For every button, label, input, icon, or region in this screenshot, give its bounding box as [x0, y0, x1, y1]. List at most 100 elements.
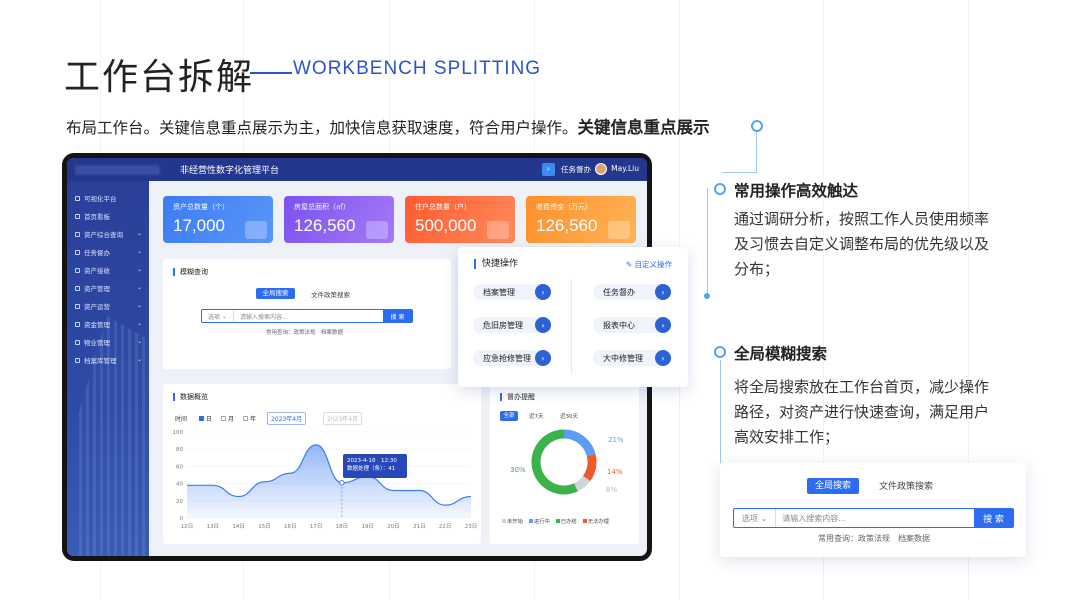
donut-legend: 未开始 进行中 已办结 无法办理 [502, 517, 609, 525]
feature-title-search: 全局模糊搜索 [734, 345, 828, 363]
chevron-right-icon: › [535, 317, 551, 333]
user-name[interactable]: May.Liu [611, 164, 639, 173]
global-search-box: 选项 ⌄ 请输入搜索内容... 搜 索 [733, 508, 1014, 528]
quick-operations-panel: 快捷操作 ✎ 自定义操作 档案管理 › 任务督办 › 危旧房管理 › 报表中心 › 应急… [458, 247, 688, 387]
stat-card-assets[interactable]: 资产总数量（个） 17,000 [163, 196, 273, 243]
search-icon[interactable]: ⌕ [542, 163, 555, 176]
tooltip-date: 2023-4-18 12:30 [347, 458, 397, 464]
tab-doc-search[interactable]: 文件政策搜索 [311, 289, 350, 299]
slice-label: 8% [606, 486, 617, 494]
custom-operation-link[interactable]: ✎ 自定义操作 [626, 259, 672, 270]
topbar-task-link[interactable]: 任务督办 [561, 164, 591, 175]
search-input[interactable]: 请输入搜索内容... [234, 312, 383, 321]
connector-end-dot [704, 293, 710, 299]
tab-global-search[interactable]: 全局搜索 [807, 478, 859, 494]
avatar[interactable] [595, 163, 607, 175]
data-overview-card: 数据概览 时间 日 月 年 2023年4月 2023年4月 0 20 40 60 80 1… [163, 384, 481, 544]
connector-line [720, 360, 721, 463]
feature-desc-line: 将全局搜索放在工作台首页，减少操作 [734, 378, 990, 396]
search-select[interactable]: 选项 ⌄ [734, 509, 777, 527]
y-tick-label: 80 [176, 447, 183, 453]
feature-title-quick: 常用操作高效触达 [734, 182, 859, 200]
feature-desc-line: 路径，对资产进行快速查询，满足用户 [734, 403, 990, 421]
connector-line [722, 172, 757, 173]
search-select-label: 选项 [208, 313, 221, 321]
donut-slice [531, 429, 578, 495]
chevron-down-icon: ⌄ [136, 248, 142, 255]
x-tick-label: 12日 [181, 523, 194, 530]
quick-btn-label: 档案管理 [483, 287, 515, 297]
dashboard-icon [75, 213, 80, 219]
sidebar-item-visual[interactable]: 可视化平台 [67, 189, 149, 207]
area-fill [187, 444, 471, 518]
x-tick-label: 17日 [310, 523, 323, 530]
quick-btn-emergency[interactable]: 应急抢修管理 › [473, 350, 551, 366]
quick-btn-repair[interactable]: 大中修管理 › [593, 350, 671, 366]
stat-card-area[interactable]: 房屋总面积（㎡） 126,560 [284, 196, 394, 243]
x-tick-label: 14日 [232, 523, 245, 530]
quick-btn-archive[interactable]: 档案管理 › [473, 284, 551, 300]
donut-slice [573, 475, 591, 492]
tab-global-search[interactable]: 全局搜索 [256, 288, 295, 299]
search-select-label: 选项 [742, 513, 758, 523]
feature-desc-quick: 通过调研分析，按照工作人员使用频率 及习惯去自定义调整布局的优先级以及 分布； [734, 207, 989, 282]
search-button[interactable]: 搜 索 [974, 509, 1013, 527]
sidebar-item-archive[interactable]: 档案库管理 ⌄ [67, 351, 149, 369]
search-input[interactable]: 请输入搜索内容... [776, 513, 974, 524]
user-icon [487, 221, 509, 239]
sidebar-item-asset[interactable]: 资产管理 ⌄ [67, 279, 149, 297]
x-tick-label: 21日 [413, 523, 426, 530]
sidebar-item-property[interactable]: 物业管理 ⌄ [67, 333, 149, 351]
quick-btn-dangerous-house[interactable]: 危旧房管理 › [473, 317, 551, 333]
legend-completed: 已办结 [555, 517, 577, 525]
quick-btn-task[interactable]: 任务督办 › [593, 284, 671, 300]
todo-card: 督办提醒 全部 近7天 近30天 21% 14% 8% 30% 未开始 进行中 已办结… [490, 384, 639, 544]
connector-line [707, 188, 708, 294]
inbox-icon [75, 267, 80, 273]
sidebar-item-operation[interactable]: 资产运营 ⌄ [67, 297, 149, 315]
sidebar-item-label: 可视化平台 [84, 195, 117, 203]
quick-btn-label: 危旧房管理 [483, 320, 523, 330]
tooltip-value: 数据处理（条）：41 [347, 466, 396, 472]
sidebar-item-query[interactable]: 资产综合查询 ⌄ [67, 225, 149, 243]
sidebar-item-receive[interactable]: 资产接收 ⌄ [67, 261, 149, 279]
stat-card-residents[interactable]: 住户总数量（户） 500,000 [405, 196, 515, 243]
subtitle-bold: 关键信息重点展示 [577, 118, 710, 137]
connector-dot-top [751, 120, 763, 132]
chart-tooltip: 2023-4-18 12:30 数据处理（条）：41 [343, 454, 407, 478]
app-topbar: 非经营性数字化管理平台 ⌕ 任务督办 May.Liu [67, 158, 647, 181]
legend-in-progress: 进行中 [528, 517, 550, 525]
quick-btn-label: 应急抢修管理 [483, 353, 531, 363]
sidebar-item-dashboard[interactable]: 首页看板 [67, 207, 149, 225]
quick-btn-report[interactable]: 报表中心 › [593, 317, 671, 333]
x-tick-label: 18日 [336, 523, 349, 530]
x-tick-label: 15日 [258, 523, 271, 530]
subtitle-text: 布局工作台。关键信息重点展示为主，加快信息获取速度，符合用户操作。 [66, 119, 578, 137]
sidebar-item-task[interactable]: 任务督办 ⌄ [67, 243, 149, 261]
monitor-icon [75, 195, 80, 201]
search-select[interactable]: 选项 ⌄ [202, 310, 234, 322]
y-tick-label: 60 [176, 464, 183, 470]
gear-icon [75, 285, 80, 291]
sidebar-item-label: 档案库管理 [84, 357, 117, 365]
tab-doc-search[interactable]: 文件政策搜索 [879, 479, 933, 492]
search-hint: 常用查询：政策法规 档案数据 [818, 534, 930, 543]
legend-label: 已办结 [560, 519, 577, 525]
x-tick-label: 13日 [207, 523, 220, 530]
page-title-en: WORKBENCH SPLITTING [293, 58, 542, 79]
y-tick-label: 100 [173, 430, 184, 436]
search-button[interactable]: 搜 索 [383, 310, 412, 322]
slice-label: 30% [510, 466, 526, 474]
sidebar-item-label: 资产综合查询 [84, 231, 123, 239]
search-hint: 常用查询：政策法规 档案数据 [266, 330, 344, 336]
chevron-down-icon: ⌄ [136, 320, 142, 327]
stat-card-funds[interactable]: 收费资金（万元） 126,560 [526, 196, 636, 243]
stat-label: 房屋总面积（㎡） [294, 203, 350, 211]
title-divider [250, 72, 292, 74]
legend-unable: 无法办理 [582, 517, 609, 525]
page-subtitle: 布局工作台。关键信息重点展示为主，加快信息获取速度，符合用户操作。关键信息重点展… [66, 114, 710, 138]
sidebar-item-funds[interactable]: 资金管理 ⌄ [67, 315, 149, 333]
platform-name: 非经营性数字化管理平台 [180, 166, 280, 176]
quick-title: 快捷操作 [474, 259, 518, 269]
chevron-down-icon: ⌄ [136, 356, 142, 363]
